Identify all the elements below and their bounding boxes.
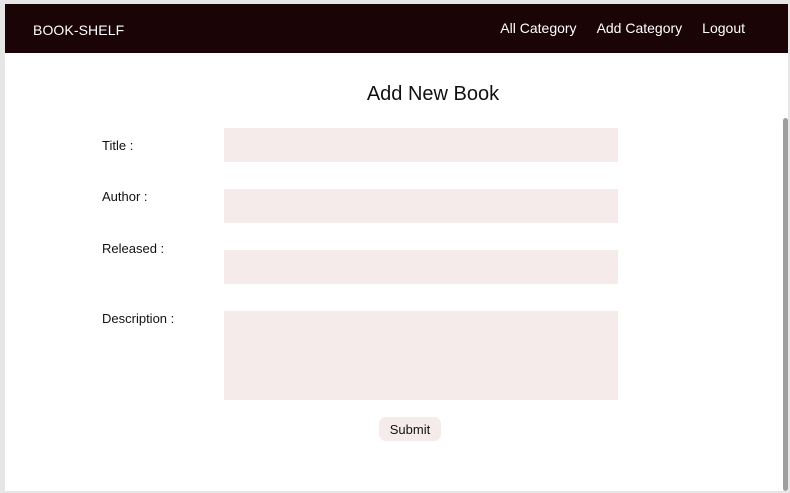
brand-logo[interactable]: BOOK-SHELF xyxy=(33,22,124,38)
nav-links: All Category Add Category Logout xyxy=(500,20,745,36)
released-input[interactable] xyxy=(224,250,618,284)
page-title: Add New Book xyxy=(5,83,788,106)
submit-button[interactable]: Submit xyxy=(379,417,441,441)
author-input[interactable] xyxy=(224,189,618,223)
scrollbar-thumb[interactable] xyxy=(783,118,788,491)
description-label: Description : xyxy=(102,311,175,326)
nav-all-category-link[interactable]: All Category xyxy=(500,20,576,36)
navbar: BOOK-SHELF All Category Add Category Log… xyxy=(5,4,788,53)
nav-logout-link[interactable]: Logout xyxy=(702,20,745,36)
browser-viewport: BOOK-SHELF All Category Add Category Log… xyxy=(5,4,788,491)
description-textarea[interactable] xyxy=(224,311,618,400)
nav-add-category-link[interactable]: Add Category xyxy=(597,20,683,36)
title-label: Title : xyxy=(102,138,134,153)
page-title-text: Add New Book xyxy=(366,83,500,105)
released-label: Released : xyxy=(102,241,165,256)
title-input[interactable] xyxy=(224,128,618,162)
author-label: Author : xyxy=(102,189,148,204)
